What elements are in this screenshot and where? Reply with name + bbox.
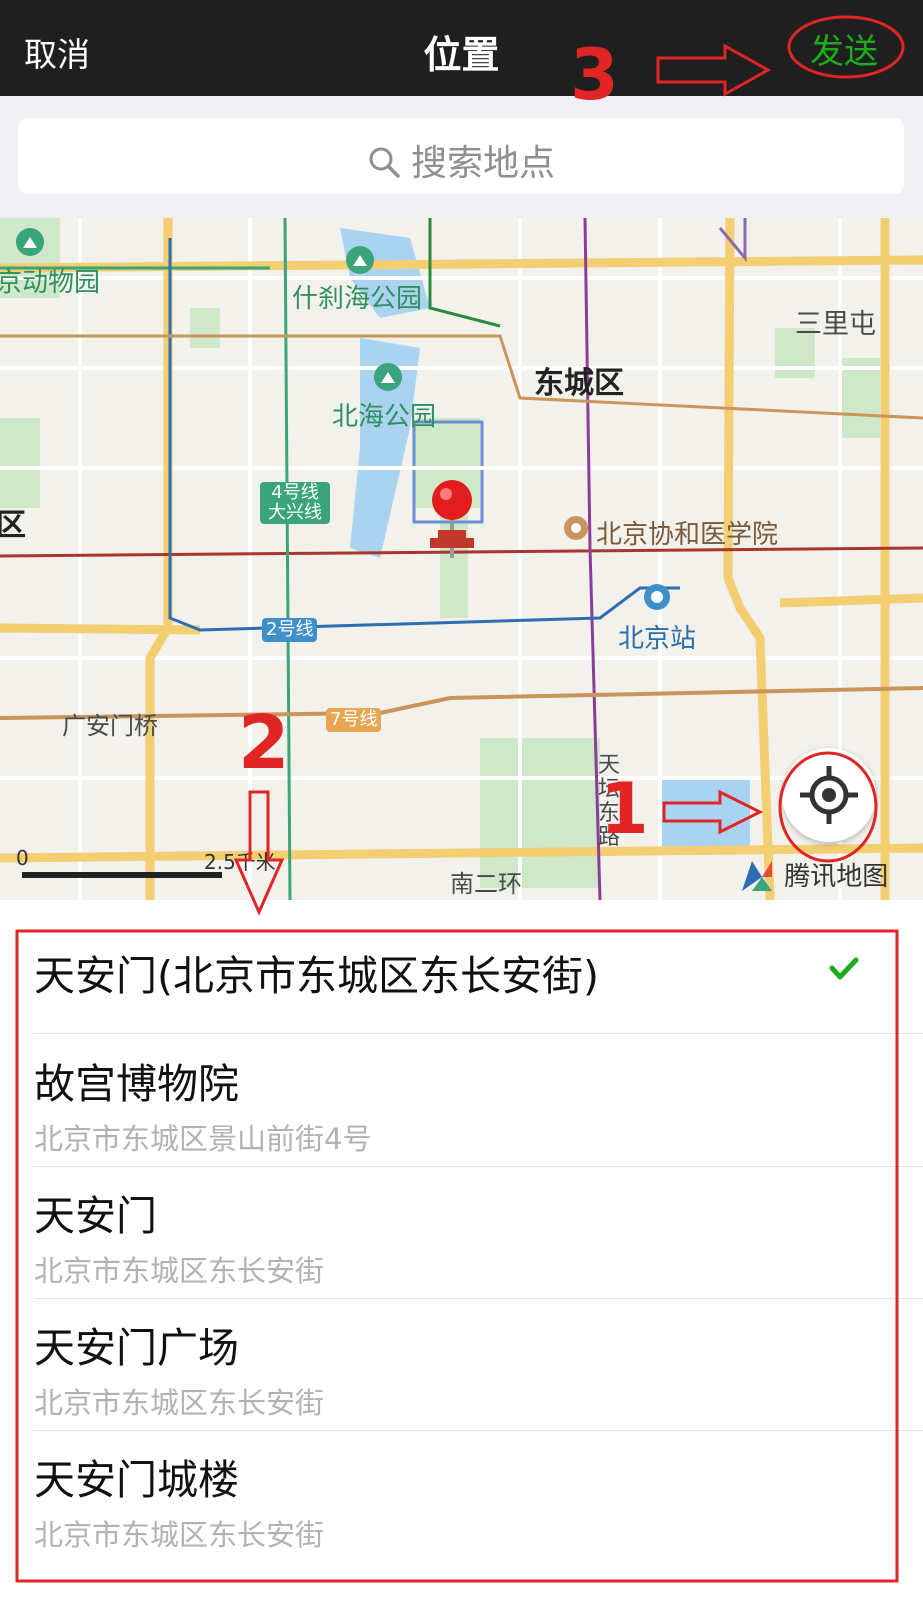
locate-button[interactable] bbox=[782, 748, 876, 842]
crosshair-icon bbox=[800, 766, 858, 824]
map-label-nanerhuan: 南二环 bbox=[450, 870, 522, 898]
map-label-xicheng: 区 bbox=[0, 508, 26, 543]
annotation-step-1: 1 bbox=[600, 768, 649, 850]
result-item-2[interactable]: 天安门 北京市东城区东长安街 bbox=[34, 1182, 894, 1290]
search-icon bbox=[369, 147, 400, 178]
map-label-beihai: 北海公园 bbox=[332, 402, 437, 432]
result-name: 天安门城楼 bbox=[34, 1456, 239, 1504]
line2-badge: 2号线 bbox=[262, 618, 318, 642]
result-address: 北京市东城区景山前街4号 bbox=[34, 1122, 372, 1156]
annotation-step-3: 3 bbox=[570, 34, 619, 116]
scale-start-label: 0 bbox=[16, 846, 29, 870]
map-label-beijing-station: 北京站 bbox=[618, 624, 697, 654]
map-label-sanlitun: 三里屯 bbox=[795, 309, 876, 340]
college-poi-icon bbox=[564, 516, 588, 540]
page-title: 位置 bbox=[423, 33, 500, 77]
result-item-4[interactable]: 天安门城楼 北京市东城区东长安街 bbox=[34, 1446, 894, 1554]
result-name: 天安门广场 bbox=[34, 1324, 239, 1372]
beihai-poi-icon bbox=[374, 363, 402, 391]
map-label-pumc: 北京协和医学院 bbox=[596, 520, 779, 550]
map-brand: 腾讯地图 bbox=[738, 856, 888, 895]
map-label-guanganmen: 广安门桥 bbox=[62, 712, 158, 740]
search-area: 搜索地点 bbox=[0, 96, 923, 218]
tencent-map-logo-icon bbox=[742, 861, 772, 891]
divider bbox=[34, 1298, 923, 1299]
search-placeholder: 搜索地点 bbox=[410, 143, 555, 184]
send-button[interactable]: 发送 bbox=[810, 24, 878, 73]
result-address: 北京市东城区东长安街 bbox=[34, 1386, 325, 1420]
navigation-bar: 取消 位置 发送 bbox=[0, 0, 923, 96]
result-name: 天安门 bbox=[34, 1192, 157, 1240]
scale-bar bbox=[22, 872, 222, 878]
zoo-poi-icon bbox=[16, 228, 44, 256]
map-view[interactable]: 京动物园 什刹海公园 北海公园 三里屯 东城区 区 北京协和医学院 北京站 广安… bbox=[0, 218, 923, 900]
line4-badge: 4号线 大兴线 bbox=[260, 482, 330, 524]
line7-badge: 7号线 bbox=[326, 708, 382, 732]
annotation-step-2: 2 bbox=[238, 700, 290, 786]
result-item-1[interactable]: 故宫博物院 北京市东城区景山前街4号 bbox=[34, 1050, 894, 1158]
result-item-0[interactable]: 天安门(北京市东城区东长安街) bbox=[34, 942, 894, 1002]
search-input[interactable]: 搜索地点 bbox=[18, 118, 904, 194]
scale-end-label: 2.5千米 bbox=[204, 850, 276, 874]
map-brand-label: 腾讯地图 bbox=[784, 862, 889, 892]
result-address: 北京市东城区东长安街 bbox=[34, 1518, 325, 1552]
map-label-zoo: 京动物园 bbox=[0, 268, 101, 298]
result-address: 北京市东城区东长安街 bbox=[34, 1254, 325, 1288]
divider bbox=[34, 1033, 923, 1034]
divider bbox=[34, 1166, 923, 1167]
shichahai-poi-icon bbox=[346, 246, 374, 274]
station-poi-icon bbox=[644, 584, 670, 610]
divider bbox=[34, 1430, 923, 1431]
result-name: 天安门(北京市东城区东长安街) bbox=[34, 952, 599, 1000]
map-label-dongcheng: 东城区 bbox=[534, 366, 624, 401]
map-label-shichahai: 什刹海公园 bbox=[292, 284, 423, 314]
result-name: 故宫博物院 bbox=[34, 1060, 239, 1108]
result-item-3[interactable]: 天安门广场 北京市东城区东长安街 bbox=[34, 1314, 894, 1422]
checkmark-icon bbox=[829, 957, 859, 980]
